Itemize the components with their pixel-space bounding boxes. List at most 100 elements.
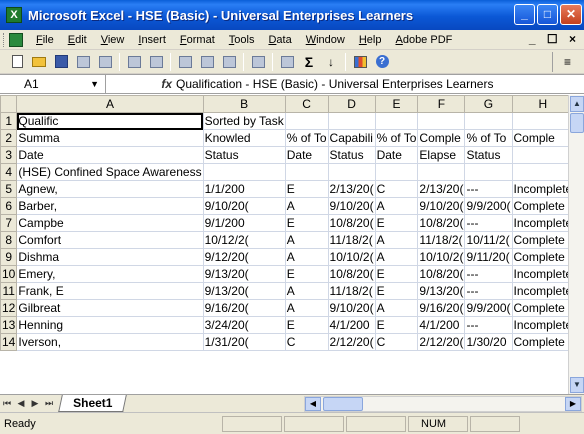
menu-data[interactable]: Data [261, 34, 298, 46]
cell-h11[interactable]: Incomplete [511, 282, 568, 300]
scroll-left-icon[interactable]: ◀ [305, 397, 321, 411]
row-header[interactable]: 11 [0, 282, 18, 300]
cell-e6[interactable]: A [374, 197, 419, 215]
cell-e3[interactable]: Date [374, 146, 419, 164]
print-button[interactable] [123, 52, 145, 72]
cell-c13[interactable]: E [284, 316, 329, 334]
cell-f2[interactable]: Comple [417, 129, 466, 147]
cell-c5[interactable]: E [284, 180, 329, 198]
cell-c12[interactable]: A [284, 299, 329, 317]
column-header-b[interactable]: B [202, 95, 286, 113]
cell-g1[interactable] [464, 112, 513, 130]
hyperlink-button[interactable] [276, 52, 298, 72]
help-button[interactable]: ? [371, 52, 393, 72]
cell-c9[interactable]: A [284, 248, 329, 266]
cell-e11[interactable]: E [374, 282, 419, 300]
tab-sheet1[interactable]: Sheet1 [58, 395, 128, 412]
cell-h12[interactable]: Complete [511, 299, 568, 317]
cell-f10[interactable]: 10/8/20( [417, 265, 466, 283]
menu-adobe-pdf[interactable]: Adobe PDF [388, 34, 459, 46]
cell-b3[interactable]: Status [202, 146, 286, 164]
print-preview-button[interactable] [145, 52, 167, 72]
row-header[interactable]: 3 [0, 146, 18, 164]
cell-h14[interactable]: Complete [511, 333, 568, 351]
fx-icon[interactable]: fx [106, 77, 176, 91]
cell-d5[interactable]: 2/13/20( [327, 180, 376, 198]
first-sheet-icon[interactable]: ⏮ [0, 398, 14, 409]
vertical-scroll-thumb[interactable] [570, 113, 584, 133]
sort-ascending-button[interactable]: ↓ [320, 52, 342, 72]
cell-e13[interactable]: E [374, 316, 419, 334]
cell-a9[interactable]: Dishma [16, 248, 204, 266]
worksheet-grid[interactable]: ABCDEFGHIJ 1QualificSorted by Task2Summa… [0, 95, 568, 394]
cell-g11[interactable]: --- [464, 282, 513, 300]
menu-view[interactable]: View [94, 34, 132, 46]
cell-c3[interactable]: Date [284, 146, 329, 164]
cell-f6[interactable]: 9/10/20( [417, 197, 466, 215]
research-button[interactable] [174, 52, 196, 72]
cell-a1[interactable]: Qualific [16, 112, 204, 130]
permission-button[interactable] [72, 52, 94, 72]
workbook-icon[interactable] [9, 32, 23, 47]
paste-button[interactable] [218, 52, 240, 72]
cell-d8[interactable]: 11/18/2( [327, 231, 376, 249]
cell-h9[interactable]: Complete [511, 248, 568, 266]
cell-f1[interactable] [417, 112, 466, 130]
cell-g3[interactable]: Status [464, 146, 513, 164]
cell-g7[interactable]: --- [464, 214, 513, 232]
cell-d10[interactable]: 10/8/20( [327, 265, 376, 283]
scroll-down-icon[interactable]: ▼ [570, 377, 584, 393]
horizontal-scrollbar[interactable]: ◀ ▶ [304, 396, 582, 412]
row-header[interactable]: 2 [0, 129, 18, 147]
menu-file[interactable]: File [29, 34, 61, 46]
row-header[interactable]: 12 [0, 299, 18, 317]
cell-d4[interactable] [327, 163, 376, 181]
cell-g12[interactable]: 9/9/200( [464, 299, 513, 317]
cell-b2[interactable]: Knowled [202, 129, 286, 147]
cell-f8[interactable]: 11/18/2( [417, 231, 466, 249]
row-header[interactable]: 5 [0, 180, 18, 198]
cell-a14[interactable]: Iverson, [16, 333, 204, 351]
cell-e10[interactable]: E [374, 265, 419, 283]
cell-f14[interactable]: 2/12/20( [417, 333, 466, 351]
cell-e5[interactable]: C [374, 180, 419, 198]
cell-g13[interactable]: --- [464, 316, 513, 334]
cell-h3[interactable] [511, 146, 568, 164]
cell-f11[interactable]: 9/13/20( [417, 282, 466, 300]
row-header[interactable]: 10 [0, 265, 18, 283]
chevron-down-icon[interactable]: ▼ [90, 75, 99, 93]
cell-b1[interactable]: Sorted by Task [202, 112, 286, 130]
cell-f3[interactable]: Elapse [417, 146, 466, 164]
workbook-window-controls[interactable]: _ ☐ × [529, 32, 580, 46]
menu-edit[interactable]: Edit [61, 34, 94, 46]
cell-f13[interactable]: 4/1/200 [417, 316, 466, 334]
cell-b11[interactable]: 9/13/20( [202, 282, 286, 300]
cell-c8[interactable]: A [284, 231, 329, 249]
cell-e2[interactable]: % of To [374, 129, 419, 147]
cell-d3[interactable]: Status [327, 146, 376, 164]
row-header[interactable]: 4 [0, 163, 18, 181]
cell-a11[interactable]: Frank, E [16, 282, 204, 300]
cell-g9[interactable]: 9/11/20( [464, 248, 513, 266]
cell-a8[interactable]: Comfort [16, 231, 204, 249]
cell-a13[interactable]: Henning [16, 316, 204, 334]
cell-g8[interactable]: 10/11/2( [464, 231, 513, 249]
column-header-a[interactable]: A [16, 95, 204, 113]
cell-f4[interactable] [417, 163, 466, 181]
cell-a12[interactable]: Gilbreat [16, 299, 204, 317]
menu-format[interactable]: Format [173, 34, 222, 46]
cell-h5[interactable]: Incomplete [511, 180, 568, 198]
cell-g2[interactable]: % of To [464, 129, 513, 147]
column-header-h[interactable]: H [511, 95, 568, 113]
undo-button[interactable] [247, 52, 269, 72]
cell-c7[interactable]: E [284, 214, 329, 232]
cell-f9[interactable]: 10/10/2( [417, 248, 466, 266]
cell-a6[interactable]: Barber, [16, 197, 204, 215]
last-sheet-icon[interactable]: ⏭ [42, 398, 56, 409]
cell-d2[interactable]: Capabili [327, 129, 376, 147]
cell-g10[interactable]: --- [464, 265, 513, 283]
minimize-button[interactable]: _ [514, 4, 535, 25]
column-header-d[interactable]: D [327, 95, 376, 113]
cell-c6[interactable]: A [284, 197, 329, 215]
autosum-button[interactable]: Σ [298, 52, 320, 72]
